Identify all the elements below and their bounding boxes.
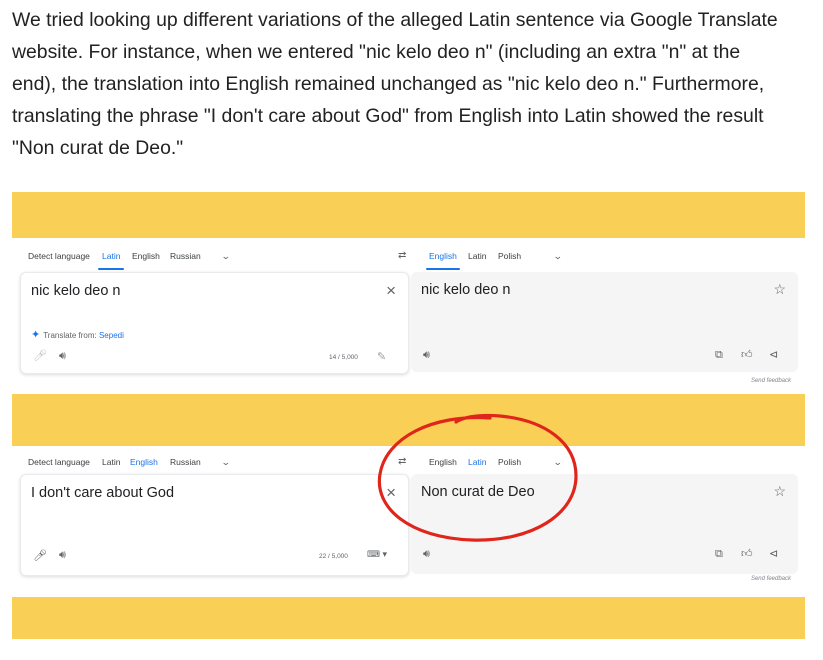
rate-icon[interactable]: 👍︎: [741, 348, 753, 361]
chevron-down-icon[interactable]: ⌄: [553, 251, 563, 262]
source-text[interactable]: nic kelo deo n: [31, 283, 120, 299]
close-icon[interactable]: ×: [386, 281, 396, 301]
article-paragraph: We tried looking up different variations…: [12, 4, 812, 164]
copy-icon[interactable]: ⧉: [715, 548, 723, 561]
article-line: end), the translation into English remai…: [12, 73, 765, 95]
hint-label: Translate from:: [43, 331, 97, 340]
source-textbox[interactable]: I don't care about God × 🎤︎ 🔊︎ 22 / 5,00…: [20, 474, 409, 576]
speaker-icon[interactable]: 🔊︎: [59, 549, 66, 562]
copy-icon[interactable]: ⧉: [715, 349, 723, 362]
keyboard-icon[interactable]: ⌨ ▾: [367, 549, 387, 560]
share-icon[interactable]: ⊲: [769, 348, 778, 361]
pencil-icon[interactable]: ✎: [377, 350, 386, 363]
lang-detect[interactable]: Detect language: [28, 457, 90, 467]
article-line: "Non curat de Deo.": [12, 137, 184, 159]
translation-output: nic kelo deo n ☆ 🔊︎ ⧉ 👍︎ ⊲: [411, 272, 798, 372]
sparkle-icon: ✦: [31, 329, 41, 341]
lang-english[interactable]: English: [429, 251, 457, 261]
star-icon[interactable]: ☆: [773, 281, 786, 298]
lang-latin[interactable]: Latin: [102, 251, 120, 261]
source-language-bar: Detect language Latin English Russian ⌄: [12, 238, 412, 272]
lang-english[interactable]: English: [130, 457, 158, 467]
lang-polish[interactable]: Polish: [498, 251, 521, 261]
source-textbox[interactable]: nic kelo deo n × ✦ Translate from: Sepedi…: [20, 272, 409, 374]
yellow-band: [12, 597, 805, 639]
speaker-icon[interactable]: 🔊︎: [423, 548, 430, 561]
speaker-icon[interactable]: 🔊︎: [59, 350, 66, 363]
lang-detect[interactable]: Detect language: [28, 251, 90, 261]
chevron-down-icon[interactable]: ⌄: [221, 251, 231, 262]
lang-latin[interactable]: Latin: [468, 251, 486, 261]
mic-icon[interactable]: 🎤︎: [33, 549, 47, 562]
lang-english[interactable]: English: [132, 251, 160, 261]
screenshot-figure: Detect language Latin English Russian ⌄ …: [12, 192, 805, 639]
source-language-bar: Detect language Latin English Russian ⌄: [12, 444, 412, 478]
mic-icon[interactable]: 🎤︎: [33, 349, 47, 362]
article-line: translating the phrase "I don't care abo…: [12, 105, 764, 127]
speaker-icon[interactable]: 🔊︎: [423, 349, 430, 362]
star-icon[interactable]: ☆: [773, 483, 786, 500]
article-line: We tried looking up different variations…: [12, 9, 778, 31]
active-lang-underline: [98, 268, 124, 270]
chevron-down-icon[interactable]: ⌄: [221, 457, 231, 468]
lang-latin[interactable]: Latin: [102, 457, 120, 467]
yellow-band: [12, 192, 805, 238]
rate-icon[interactable]: 👍︎: [741, 547, 753, 560]
share-icon[interactable]: ⊲: [769, 547, 778, 560]
char-count: 22 / 5,000: [319, 553, 348, 560]
source-text[interactable]: I don't care about God: [31, 485, 174, 501]
lang-russian[interactable]: Russian: [170, 457, 201, 467]
article-line: website. For instance, when we entered "…: [12, 41, 741, 63]
hint-language[interactable]: Sepedi: [99, 331, 124, 340]
send-feedback-link[interactable]: Send feedback: [751, 576, 791, 582]
active-lang-underline: [426, 268, 460, 270]
swap-icon[interactable]: ⇄: [398, 250, 406, 261]
translation-text: nic kelo deo n: [421, 282, 511, 298]
lang-russian[interactable]: Russian: [170, 251, 201, 261]
send-feedback-link[interactable]: Send feedback: [751, 378, 791, 384]
target-language-bar: English Latin Polish ⌄: [412, 238, 805, 272]
char-count: 14 / 5,000: [329, 354, 358, 361]
translate-from-hint[interactable]: ✦ Translate from: Sepedi: [31, 328, 124, 341]
translate-panel-1: Detect language Latin English Russian ⌄ …: [12, 238, 805, 394]
red-circle-annotation: [377, 413, 578, 542]
